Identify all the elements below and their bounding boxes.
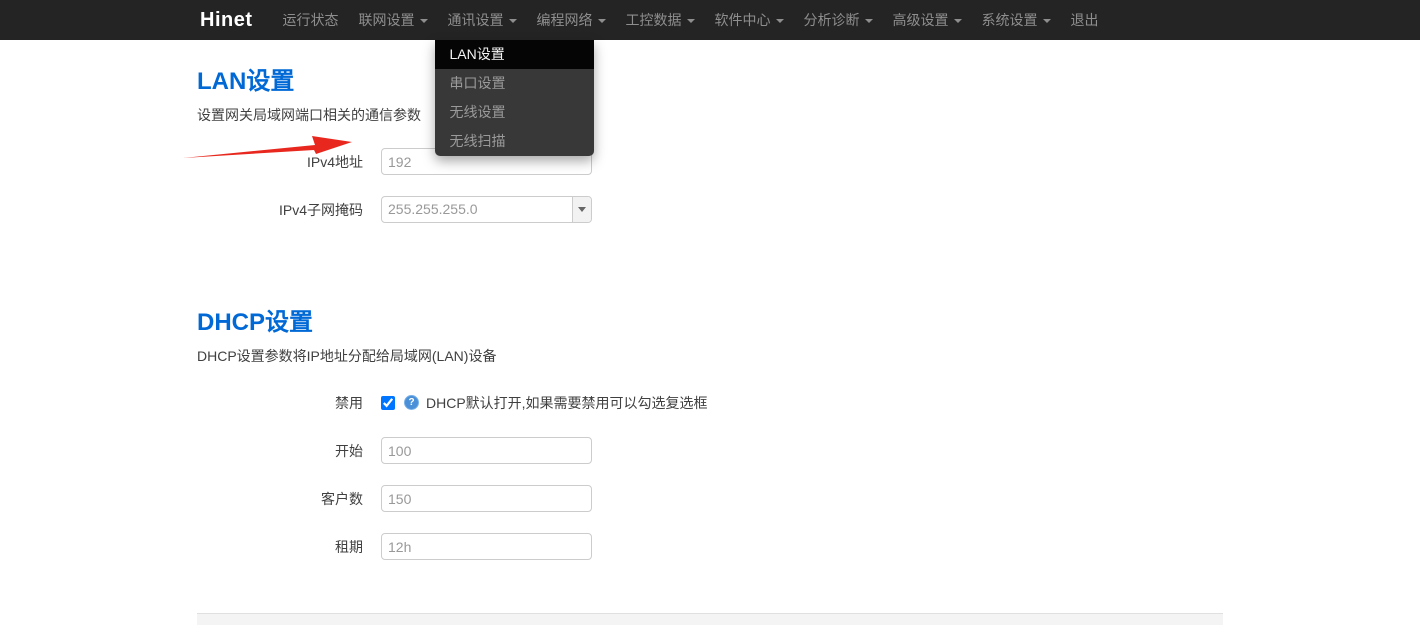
nav-item-programming-network[interactable]: 编程网络: [527, 0, 616, 40]
caret-down-icon: [509, 19, 517, 23]
caret-down-icon: [865, 19, 873, 23]
main-nav: 运行状态 联网设置 通讯设置 LAN设置 串口设置 无线设置 无线扫描 编程网络…: [273, 0, 1109, 40]
help-icon: ?: [404, 395, 419, 410]
caret-down-icon: [598, 19, 606, 23]
nav-item-advanced-settings[interactable]: 高级设置: [883, 0, 972, 40]
caret-down-icon: [687, 19, 695, 23]
nav-item-software-center[interactable]: 软件中心: [705, 0, 794, 40]
dhcp-clients-input[interactable]: [381, 485, 592, 512]
dhcp-section-title: DHCP设置: [197, 244, 1223, 337]
dhcp-disable-row: 禁用 ? DHCP默认打开,如果需要禁用可以勾选复选框: [197, 389, 1223, 416]
ipv4-netmask-select[interactable]: 255.255.255.0: [381, 196, 592, 223]
dhcp-clients-row: 客户数: [197, 485, 1223, 512]
dhcp-disable-label: 禁用: [197, 393, 381, 413]
dhcp-start-input[interactable]: [381, 437, 592, 464]
dhcp-lease-label: 租期: [197, 537, 381, 557]
page-actions-bar: 保存&应用 保存 复位: [197, 613, 1223, 625]
dhcp-disable-checkbox[interactable]: [381, 396, 395, 410]
nav-item-analysis-diagnosis[interactable]: 分析诊断: [794, 0, 883, 40]
caret-down-icon: [420, 19, 428, 23]
ipv4-netmask-label: IPv4子网掩码: [197, 200, 381, 220]
dhcp-start-label: 开始: [197, 441, 381, 461]
chevron-down-icon: [578, 207, 586, 212]
dhcp-section-description: DHCP设置参数将IP地址分配给局域网(LAN)设备: [197, 346, 1223, 366]
nav-item-industrial-data[interactable]: 工控数据: [616, 0, 705, 40]
dhcp-lease-input[interactable]: [381, 533, 592, 560]
dhcp-disable-help-text: DHCP默认打开,如果需要禁用可以勾选复选框: [426, 393, 708, 413]
main-content: LAN设置 设置网关局域网端口相关的通信参数 IPv4地址 IPv4子网掩码 2…: [197, 40, 1223, 625]
dhcp-lease-row: 租期: [197, 533, 1223, 560]
nav-item-system-settings[interactable]: 系统设置: [972, 0, 1061, 40]
nav-item-network-settings[interactable]: 联网设置: [349, 0, 438, 40]
nav-item-comm-settings[interactable]: 通讯设置 LAN设置 串口设置 无线设置 无线扫描: [438, 0, 527, 40]
lan-section-description: 设置网关局域网端口相关的通信参数: [197, 105, 1223, 125]
ipv4-address-row: IPv4地址: [197, 148, 1223, 175]
dropdown-item-wireless-scan[interactable]: 无线扫描: [435, 127, 594, 156]
navbar-container: Hinet 运行状态 联网设置 通讯设置 LAN设置 串口设置 无线设置 无线扫…: [197, 0, 1223, 40]
ipv4-netmask-row: IPv4子网掩码 255.255.255.0: [197, 196, 1223, 223]
nav-item-logout[interactable]: 退出: [1061, 0, 1109, 40]
ipv4-netmask-selected-value: 255.255.255.0: [382, 197, 572, 222]
dropdown-item-serial-settings[interactable]: 串口设置: [435, 69, 594, 98]
dropdown-item-wireless-settings[interactable]: 无线设置: [435, 98, 594, 127]
caret-down-icon: [776, 19, 784, 23]
select-arrow-button[interactable]: [572, 197, 591, 222]
caret-down-icon: [954, 19, 962, 23]
nav-item-run-status[interactable]: 运行状态: [273, 0, 349, 40]
comm-settings-dropdown: LAN设置 串口设置 无线设置 无线扫描: [435, 40, 594, 156]
lan-section-title: LAN设置: [197, 40, 1223, 96]
dhcp-start-row: 开始: [197, 437, 1223, 464]
top-navbar: Hinet 运行状态 联网设置 通讯设置 LAN设置 串口设置 无线设置 无线扫…: [0, 0, 1420, 40]
dhcp-clients-label: 客户数: [197, 489, 381, 509]
caret-down-icon: [1043, 19, 1051, 23]
dropdown-item-lan-settings[interactable]: LAN设置: [435, 40, 594, 69]
ipv4-address-label: IPv4地址: [197, 152, 381, 172]
brand-logo[interactable]: Hinet: [200, 0, 253, 40]
